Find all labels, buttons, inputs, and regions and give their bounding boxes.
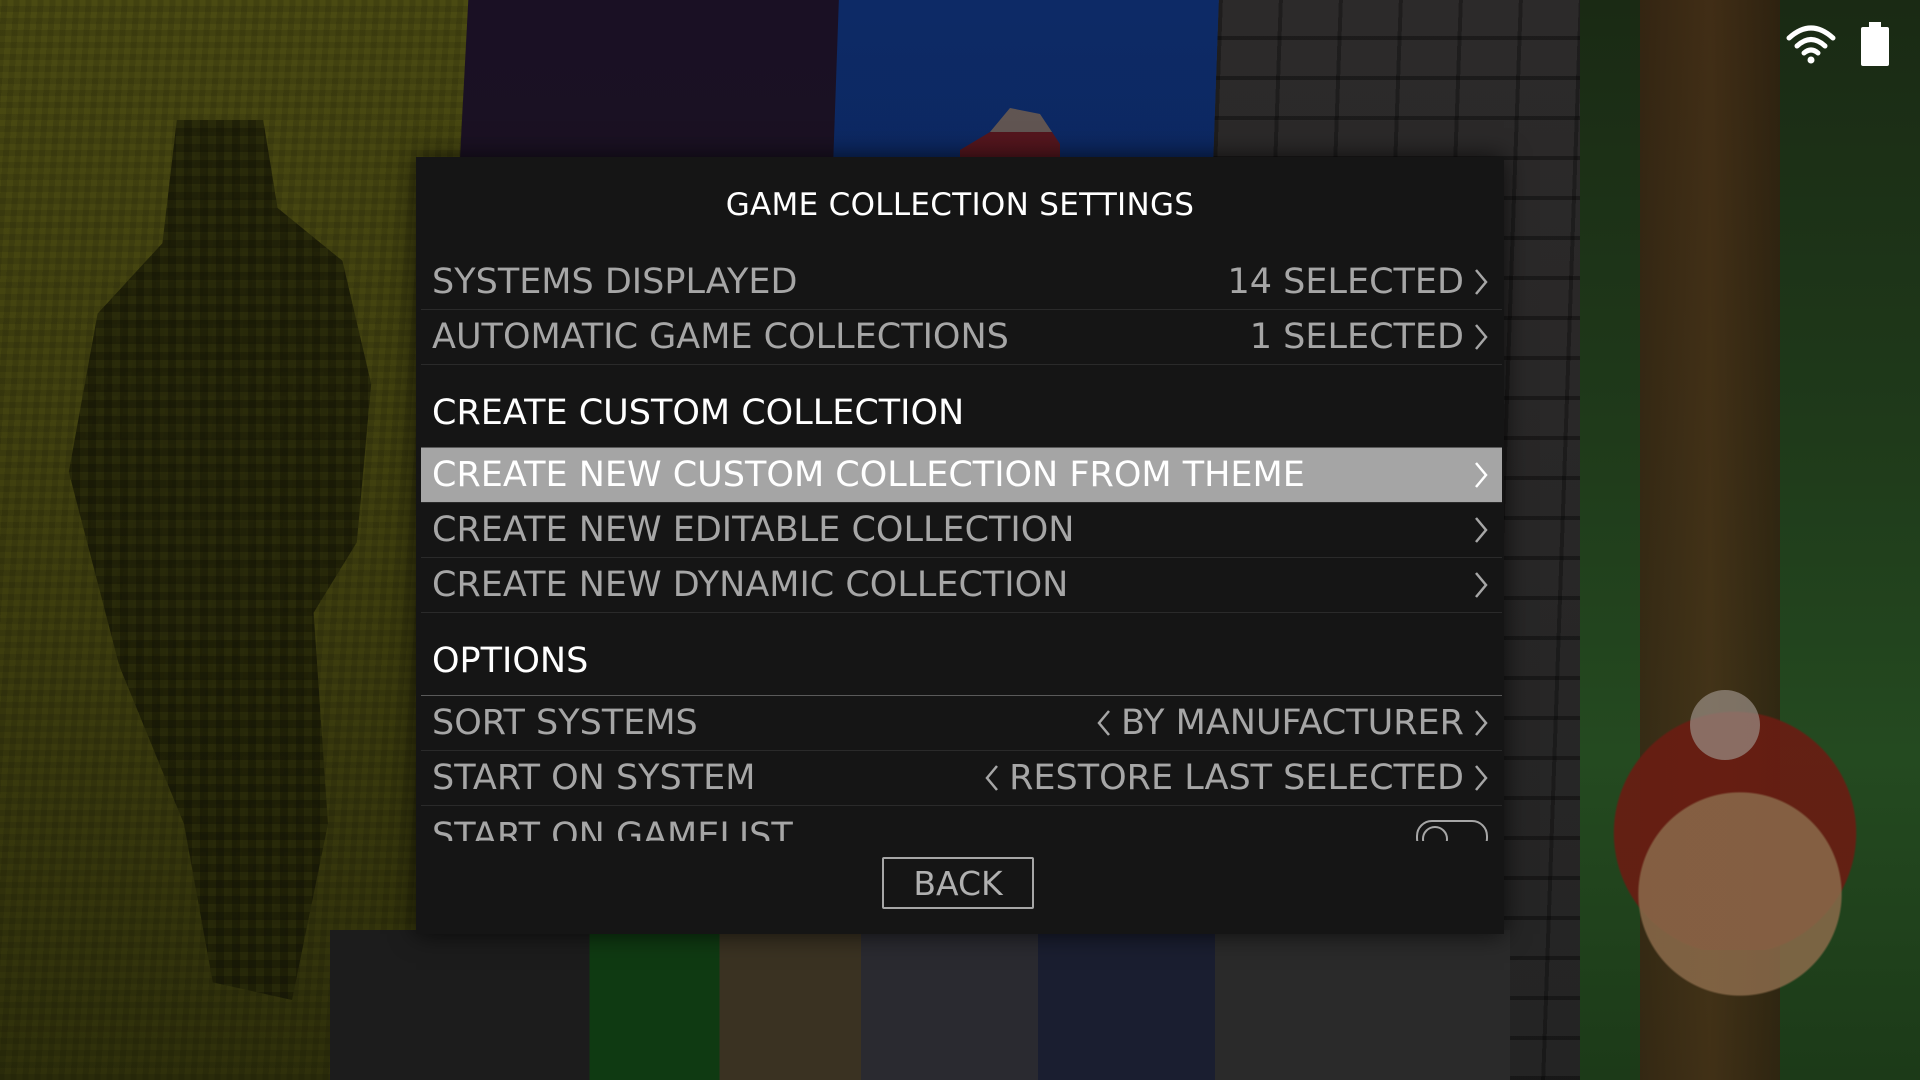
chevron-right-icon: [1474, 516, 1488, 544]
chevron-left-icon[interactable]: [985, 764, 999, 792]
chevron-right-icon: [1474, 268, 1488, 296]
chevron-right-icon[interactable]: [1474, 764, 1488, 792]
menu-item-create-editable[interactable]: CREATE NEW EDITABLE COLLECTION: [421, 503, 1502, 558]
section-header-options: OPTIONS: [421, 613, 1502, 696]
menu-item-label: CREATE NEW DYNAMIC COLLECTION: [432, 565, 1069, 605]
chevron-right-icon: [1474, 571, 1488, 599]
chevron-right-icon: [1474, 323, 1488, 351]
menu-item-label: START ON GAMELIST: [432, 816, 793, 841]
settings-dialog: GAME COLLECTION SETTINGS SYSTEMS DISPLAY…: [416, 157, 1504, 934]
background-art-strip: [330, 930, 1510, 1080]
menu-item-systems-displayed[interactable]: SYSTEMS DISPLAYED 14 SELECTED: [421, 255, 1502, 310]
settings-menu: SYSTEMS DISPLAYED 14 SELECTED AUTOMATIC …: [421, 255, 1502, 841]
menu-item-value: 14 SELECTED: [1227, 262, 1465, 302]
screen: GAME COLLECTION SETTINGS SYSTEMS DISPLAY…: [0, 0, 1920, 1080]
status-bar: [1786, 22, 1890, 66]
menu-item-label: SYSTEMS DISPLAYED: [432, 262, 798, 302]
section-header-custom-collection: CREATE CUSTOM COLLECTION: [421, 365, 1502, 448]
background-character: [1600, 790, 1880, 1050]
menu-item-label: SORT SYSTEMS: [432, 703, 698, 743]
section-label: OPTIONS: [432, 641, 589, 681]
menu-item-label: CREATE NEW CUSTOM COLLECTION FROM THEME: [432, 455, 1305, 495]
section-label: CREATE CUSTOM COLLECTION: [432, 393, 965, 433]
battery-icon: [1860, 22, 1890, 66]
dialog-title: GAME COLLECTION SETTINGS: [725, 187, 1195, 223]
menu-item-value: BY MANUFACTURER: [1121, 703, 1464, 743]
menu-item-automatic-collections[interactable]: AUTOMATIC GAME COLLECTIONS 1 SELECTED: [421, 310, 1502, 365]
menu-item-value: RESTORE LAST SELECTED: [1009, 758, 1464, 798]
menu-item-start-on-system[interactable]: START ON SYSTEM RESTORE LAST SELECTED: [421, 751, 1502, 806]
toggle-switch[interactable]: [1416, 820, 1488, 841]
menu-item-label: START ON SYSTEM: [432, 758, 756, 798]
menu-item-start-on-gamelist[interactable]: START ON GAMELIST: [421, 806, 1502, 841]
menu-item-create-dynamic[interactable]: CREATE NEW DYNAMIC COLLECTION: [421, 558, 1502, 613]
chevron-right-icon: [1474, 461, 1488, 489]
wifi-icon: [1786, 24, 1836, 64]
chevron-left-icon[interactable]: [1097, 709, 1111, 737]
back-button[interactable]: BACK: [882, 857, 1034, 909]
menu-item-value: 1 SELECTED: [1249, 317, 1464, 357]
menu-item-sort-systems[interactable]: SORT SYSTEMS BY MANUFACTURER: [421, 696, 1502, 751]
menu-item-label: AUTOMATIC GAME COLLECTIONS: [432, 317, 1009, 357]
menu-item-label: CREATE NEW EDITABLE COLLECTION: [432, 510, 1075, 550]
chevron-right-icon[interactable]: [1474, 709, 1488, 737]
menu-item-create-from-theme[interactable]: CREATE NEW CUSTOM COLLECTION FROM THEME: [421, 448, 1502, 503]
background-character: [1690, 690, 1760, 760]
